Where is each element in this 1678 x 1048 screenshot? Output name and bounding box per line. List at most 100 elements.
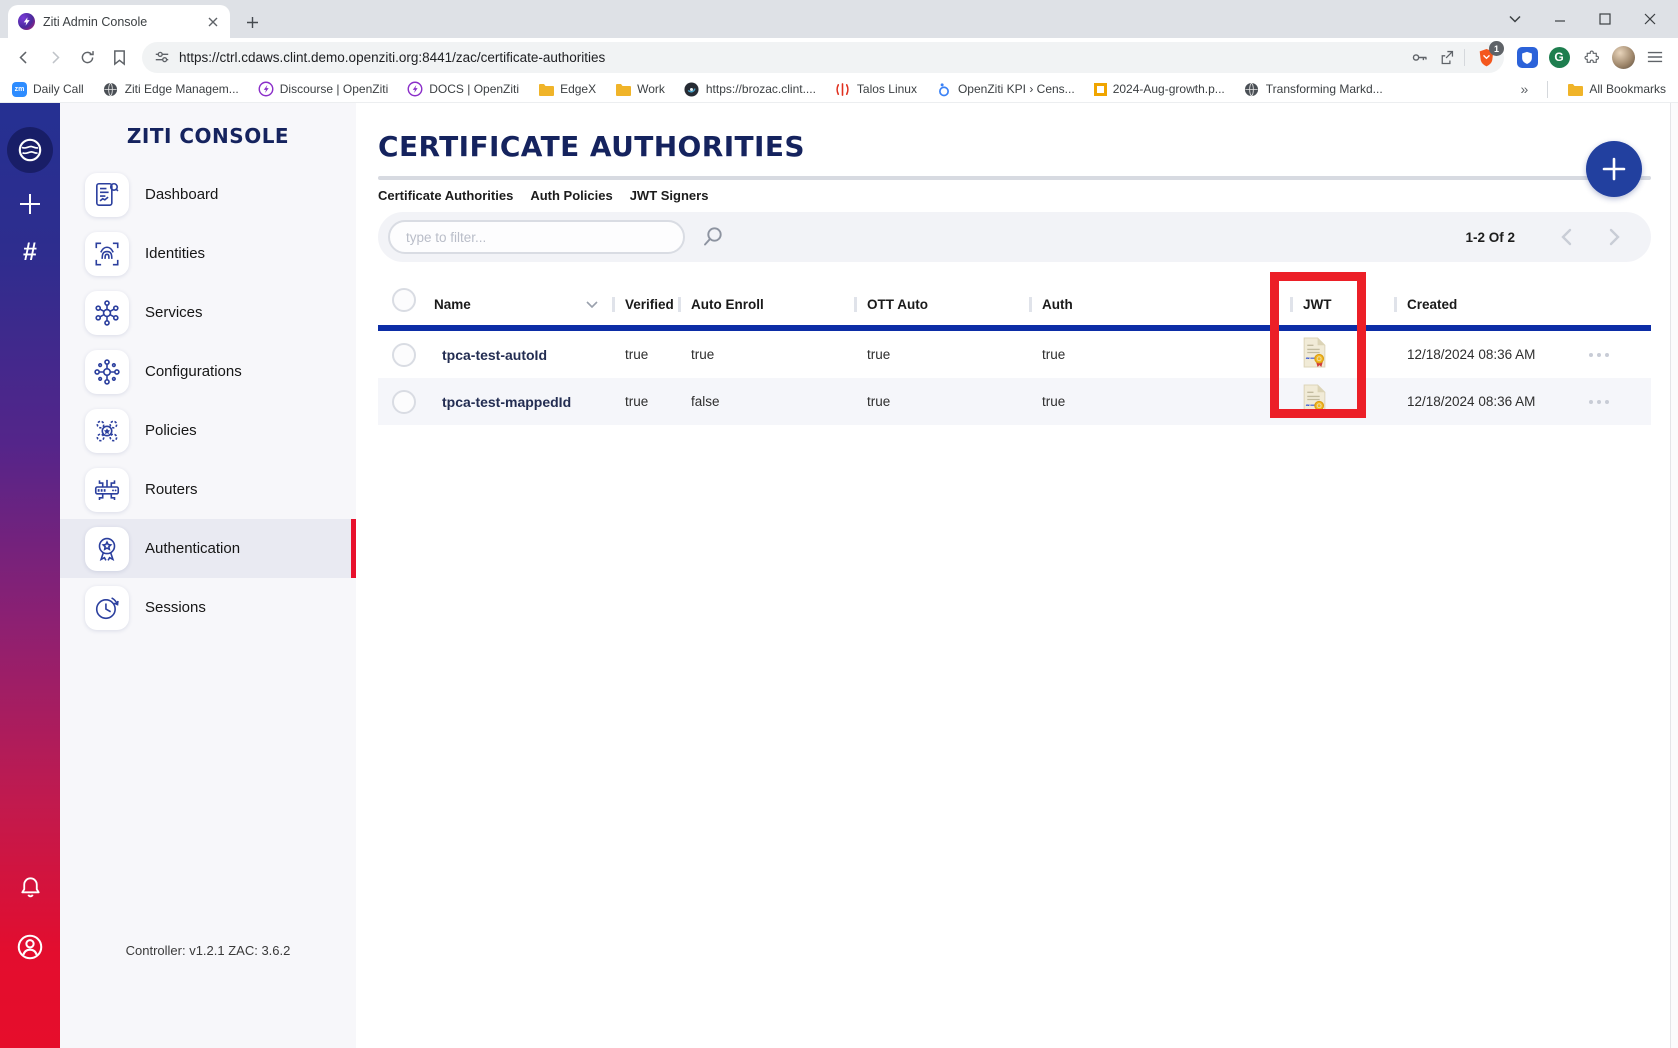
column-header-ott-auto: OTT Auto (854, 297, 1029, 312)
bookmark-daily-call[interactable]: zm Daily Call (12, 82, 84, 97)
rail-hash-icon[interactable]: # (13, 235, 47, 269)
pagination-next-icon[interactable] (1601, 224, 1627, 250)
row-actions-button[interactable] (1589, 353, 1609, 357)
bookmarks-overflow-icon[interactable] (1521, 81, 1529, 97)
page-content: # ZITI CONSOLE Dashboard (0, 103, 1678, 1048)
share-icon[interactable] (1438, 49, 1455, 66)
sidebar-item-services[interactable]: Services (60, 283, 356, 342)
column-header-name[interactable]: Name (426, 297, 612, 312)
sidebar-item-routers[interactable]: Routers (60, 460, 356, 519)
browser-window: Ziti Admin Console (0, 0, 1678, 1048)
router-icon (85, 468, 129, 512)
page-scrollbar[interactable] (1670, 103, 1678, 1048)
kpi-icon (936, 81, 952, 97)
minimize-button[interactable] (1537, 3, 1582, 35)
url-text[interactable]: https://ctrl.cdaws.clint.demo.openziti.o… (179, 50, 1401, 65)
row-checkbox[interactable] (392, 343, 416, 367)
browser-menu-icon[interactable] (1640, 42, 1670, 72)
sidebar-item-authentication[interactable]: Authentication (60, 519, 356, 578)
bookmark-flag-icon[interactable] (104, 42, 134, 72)
search-magnifier-icon[interactable] (698, 222, 728, 252)
verified-value: true (612, 347, 678, 362)
site-settings-tune-icon[interactable] (154, 49, 170, 65)
sidebar-item-identities[interactable]: Identities (60, 224, 356, 283)
tab-search-icon[interactable] (1492, 3, 1537, 35)
select-all-checkbox[interactable] (392, 288, 416, 312)
pagination-label: 1-2 Of 2 (1465, 230, 1515, 245)
bookmark-openziti-kpi[interactable]: OpenZiti KPI › Cens... (936, 81, 1075, 97)
column-header-auth: Auth (1029, 297, 1290, 312)
sidebar-item-configurations[interactable]: Configurations (60, 342, 356, 401)
bookmark-brozac[interactable]: https://brozac.clint.... (684, 81, 816, 97)
rail-add-icon[interactable] (13, 187, 47, 221)
profile-icon[interactable] (13, 930, 47, 964)
profile-avatar[interactable] (1608, 42, 1638, 72)
extensions-puzzle-icon[interactable] (1576, 42, 1606, 72)
grammarly-extension-icon[interactable]: G (1544, 42, 1574, 72)
sidebar-item-label: Policies (145, 422, 197, 439)
maximize-button[interactable] (1582, 3, 1627, 35)
notifications-bell-icon[interactable] (13, 870, 47, 904)
browser-tab[interactable]: Ziti Admin Console (8, 5, 230, 38)
bitwarden-extension-icon[interactable] (1512, 42, 1542, 72)
tab-certificate-authorities[interactable]: Certificate Authorities (378, 188, 513, 203)
new-tab-button[interactable] (238, 8, 266, 36)
back-icon[interactable] (8, 42, 38, 72)
tab-auth-policies[interactable]: Auth Policies (530, 188, 612, 203)
address-bar[interactable]: https://ctrl.cdaws.clint.demo.openziti.o… (142, 42, 1504, 73)
bookmark-talos-linux[interactable]: Talos Linux (835, 81, 917, 97)
sidebar-item-policies[interactable]: Policies (60, 401, 356, 460)
sidebar-item-label: Configurations (145, 363, 242, 380)
pagination-prev-icon[interactable] (1553, 224, 1579, 250)
add-certificate-authority-button[interactable] (1586, 141, 1642, 197)
openziti-bolt-icon (258, 81, 274, 97)
sidebar-item-label: Dashboard (145, 186, 218, 203)
column-header-auto-enroll: Auto Enroll (678, 297, 854, 312)
row-checkbox[interactable] (392, 390, 416, 414)
sidebar-item-dashboard[interactable]: Dashboard (60, 165, 356, 224)
filter-input[interactable] (388, 220, 685, 254)
reload-icon[interactable] (72, 42, 102, 72)
window-controls (1492, 0, 1672, 38)
bookmark-docs-openziti[interactable]: DOCS | OpenZiti (407, 81, 519, 97)
jwt-certificate-icon[interactable] (1302, 384, 1327, 415)
sidebar-item-label: Routers (145, 481, 198, 498)
close-window-button[interactable] (1627, 3, 1672, 35)
openziti-bolt-icon (407, 81, 423, 97)
bookmark-transforming[interactable]: Transforming Markd... (1244, 81, 1383, 97)
row-actions-button[interactable] (1589, 400, 1609, 404)
ca-name-link[interactable]: tpca-test-mappedId (434, 394, 571, 410)
all-bookmarks-button[interactable]: All Bookmarks (1567, 81, 1666, 97)
browser-toolbar: https://ctrl.cdaws.clint.demo.openziti.o… (0, 38, 1678, 76)
tab-close-icon[interactable] (204, 13, 222, 31)
sessions-clock-icon (85, 586, 129, 630)
ziti-logo-icon[interactable] (7, 127, 53, 173)
auth-value: true (1029, 394, 1290, 409)
jwt-certificate-icon[interactable] (1302, 337, 1327, 368)
sidebar-item-label: Identities (145, 245, 205, 262)
fingerprint-icon (85, 232, 129, 276)
browser-tab-strip: Ziti Admin Console (0, 0, 1678, 38)
sidebar-item-sessions[interactable]: Sessions (60, 578, 356, 637)
bookmark-ziti-edge[interactable]: Ziti Edge Managem... (103, 81, 239, 97)
folder-icon (538, 81, 554, 97)
bookmark-folder-edgex[interactable]: EdgeX (538, 81, 596, 97)
auto-enroll-value: false (678, 394, 854, 409)
password-key-icon[interactable] (1410, 48, 1429, 67)
adblock-shield-icon[interactable]: 1 (1474, 45, 1498, 69)
bookmark-folder-work[interactable]: Work (615, 81, 665, 97)
section-tabs: Certificate Authorities Auth Policies JW… (378, 188, 1678, 203)
bookmarks-divider (1547, 81, 1548, 98)
column-header-created: Created (1394, 297, 1651, 312)
zoom-icon: zm (12, 82, 27, 97)
tab-jwt-signers[interactable]: JWT Signers (630, 188, 709, 203)
verified-value: true (612, 394, 678, 409)
dashboard-icon (85, 173, 129, 217)
main-panel: CERTIFICATE AUTHORITIES Certificate Auth… (356, 103, 1678, 1048)
auto-enroll-value: true (678, 347, 854, 362)
bookmark-growth-doc[interactable]: 2024-Aug-growth.p... (1094, 82, 1225, 96)
ca-name-link[interactable]: tpca-test-autoId (434, 347, 547, 363)
bookmark-discourse-openziti[interactable]: Discourse | OpenZiti (258, 81, 389, 97)
forward-icon[interactable] (40, 42, 70, 72)
ott-auto-value: true (854, 347, 1029, 362)
